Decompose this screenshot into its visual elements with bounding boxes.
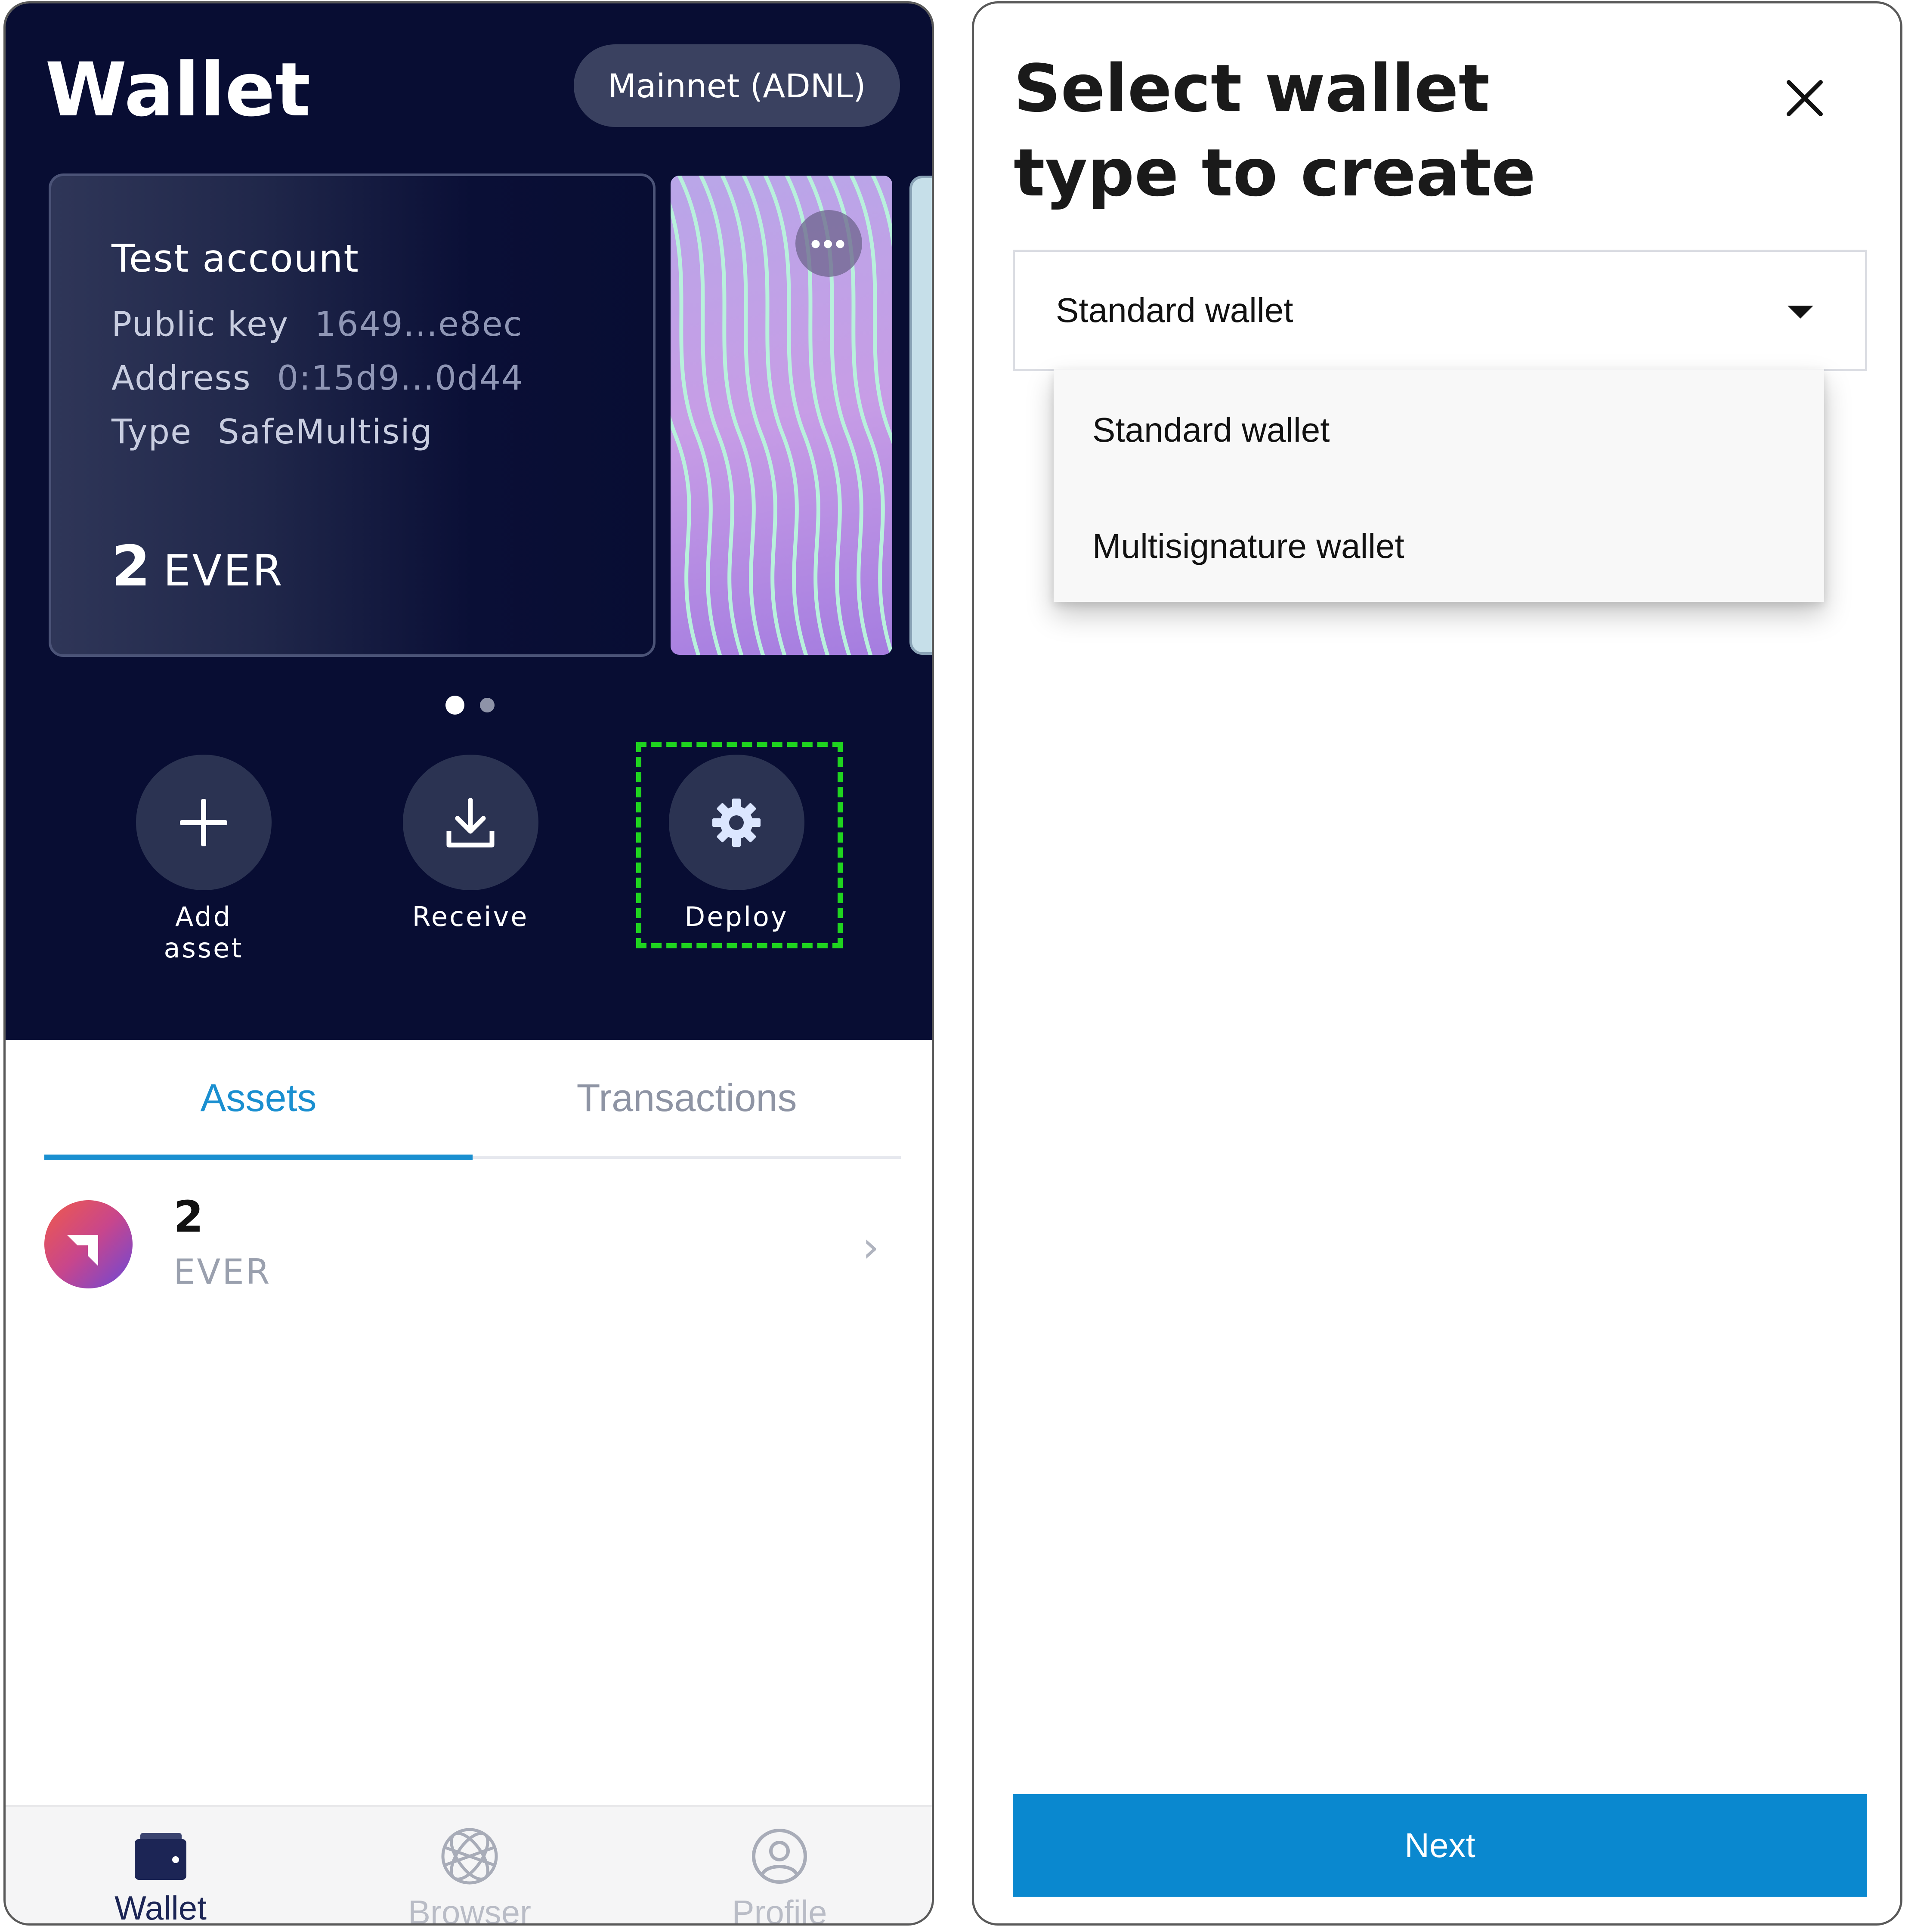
wallet-type-select[interactable]: Standard wallet <box>1013 250 1867 371</box>
account-name: Test account <box>111 236 359 281</box>
public-key-row: Public key 1649...e8ec <box>111 305 523 344</box>
balance-amount: 2 <box>111 533 151 599</box>
wallet-icon <box>135 1833 186 1880</box>
selected-wallet-type: Standard wallet <box>1056 291 1293 329</box>
receive-circle[interactable] <box>402 755 538 890</box>
add-asset-label: Add asset <box>164 901 244 964</box>
receive-label: Receive <box>412 901 529 932</box>
page-title: Wallet <box>45 46 311 133</box>
close-button[interactable] <box>1779 72 1831 124</box>
ever-arrow-icon <box>67 1235 98 1266</box>
type-value: SafeMultisig <box>218 413 433 452</box>
nav-item-browser[interactable]: Browser <box>383 1824 556 1926</box>
account-card[interactable]: Test account Public key 1649...e8ec Addre… <box>49 173 656 657</box>
account-balance: 2 EVER <box>111 533 284 599</box>
ellipsis-icon: ••• <box>810 226 847 260</box>
globe-icon <box>441 1828 498 1885</box>
asset-symbol: EVER <box>173 1252 272 1292</box>
type-row: Type SafeMultisig <box>111 413 433 452</box>
address-row: Address 0:15d9...0d44 <box>111 359 524 398</box>
caret-down-icon <box>1787 306 1813 319</box>
more-options-button[interactable]: ••• <box>795 210 862 277</box>
option-multisignature-wallet[interactable]: Multisignature wallet <box>1092 526 1404 566</box>
next-button[interactable]: Next <box>1013 1794 1867 1897</box>
type-label: Type <box>111 413 192 452</box>
active-tab-indicator <box>44 1155 473 1160</box>
address-value[interactable]: 0:15d9...0d44 <box>277 359 524 398</box>
next-card-peek[interactable] <box>909 176 932 655</box>
asset-tabs: Assets Transactions <box>44 1040 901 1160</box>
nav-label-wallet: Wallet <box>114 1889 207 1926</box>
ever-logo-icon <box>44 1200 133 1288</box>
nav-label-profile: Profile <box>732 1893 827 1926</box>
carousel-dot-active <box>445 696 464 715</box>
network-selector-button[interactable]: Mainnet (ADNL) <box>574 44 900 127</box>
balance-unit: EVER <box>163 545 284 596</box>
select-wallet-type-screen: Select wallet type to create Standard wa… <box>972 1 1902 1926</box>
nav-item-wallet[interactable]: Wallet <box>74 1824 247 1926</box>
asset-amount: 2 <box>173 1192 204 1242</box>
nft-card[interactable]: ••• <box>671 176 892 655</box>
download-icon <box>446 798 495 847</box>
plus-icon <box>180 799 227 846</box>
wallet-screen: Wallet Mainnet (ADNL) Test account Publi… <box>3 1 934 1926</box>
wallet-header: Wallet Mainnet (ADNL) Test account Publi… <box>6 3 932 1040</box>
add-asset-circle[interactable] <box>136 755 272 890</box>
wallet-type-dropdown: Standard wallet Multisignature wallet <box>1054 369 1824 602</box>
chevron-right-icon: › <box>862 1222 879 1272</box>
address-label: Address <box>111 359 251 398</box>
deploy-highlight-box <box>636 742 843 948</box>
public-key-value[interactable]: 1649...e8ec <box>315 305 523 344</box>
receive-button[interactable]: Receive <box>402 755 539 932</box>
add-asset-button[interactable]: Add asset <box>135 755 272 964</box>
nav-label-browser: Browser <box>408 1893 532 1926</box>
close-icon <box>1787 80 1823 116</box>
profile-icon <box>752 1829 807 1884</box>
asset-list-item[interactable]: 2 EVER › <box>44 1192 901 1292</box>
public-key-label: Public key <box>111 305 289 344</box>
carousel-dot <box>480 698 495 712</box>
nav-item-profile[interactable]: Profile <box>693 1824 866 1926</box>
tab-transactions[interactable]: Transactions <box>473 1040 901 1156</box>
option-standard-wallet[interactable]: Standard wallet <box>1092 410 1330 450</box>
bottom-navigation: Wallet Browser Profile <box>6 1805 932 1926</box>
tab-assets[interactable]: Assets <box>44 1040 473 1156</box>
modal-title: Select wallet type to create <box>1014 50 1536 211</box>
